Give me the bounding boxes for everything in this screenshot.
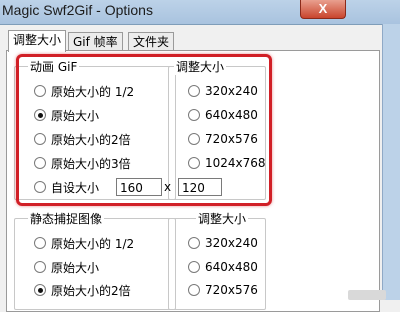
radio-button-checked[interactable] <box>34 109 46 121</box>
anim-preset-320[interactable]: 320x240 <box>188 82 258 100</box>
radio-label: 自设大小 <box>51 180 100 195</box>
radio-label: 原始大小 <box>51 260 100 275</box>
radio-button[interactable] <box>34 261 46 273</box>
times-symbol: x <box>164 180 172 194</box>
tab-folder[interactable]: 文件夹 <box>128 32 175 51</box>
radio-label: 原始大小的 1/2 <box>51 84 135 99</box>
radio-label: 原始大小的 1/2 <box>51 236 135 251</box>
radio-button[interactable] <box>34 85 46 97</box>
anim-preset-640[interactable]: 640x480 <box>188 106 258 124</box>
radio-button[interactable] <box>188 284 200 296</box>
anim-option-custom[interactable]: 自设大小 <box>34 178 99 196</box>
radio-label: 原始大小的2倍 <box>51 283 131 298</box>
animated-gif-group-label: 动画 GiF <box>28 58 80 75</box>
radio-label: 720x576 <box>205 283 258 297</box>
radio-label: 720x576 <box>205 132 258 146</box>
close-button[interactable]: X <box>300 0 346 19</box>
radio-button[interactable] <box>188 133 200 145</box>
custom-height-input[interactable]: 120 <box>178 178 222 196</box>
radio-button[interactable] <box>188 109 200 121</box>
static-option-half[interactable]: 原始大小的 1/2 <box>34 234 134 252</box>
static-preset-640[interactable]: 640x480 <box>188 258 258 276</box>
radio-button[interactable] <box>188 237 200 249</box>
radio-label: 原始大小的3倍 <box>51 156 131 171</box>
radio-button[interactable] <box>34 237 46 249</box>
radio-label: 640x480 <box>205 108 258 122</box>
radio-label: 1024x768 <box>205 156 266 170</box>
radio-button[interactable] <box>34 133 46 145</box>
radio-label: 320x240 <box>205 236 258 250</box>
radio-button[interactable] <box>34 157 46 169</box>
watermark-tag <box>348 290 386 300</box>
tab-gif-framerate[interactable]: Gif 帧率 <box>68 32 123 51</box>
tab-resize[interactable]: 调整大小 <box>8 30 67 52</box>
window-frame-right <box>382 24 400 300</box>
radio-button-checked[interactable] <box>34 284 46 296</box>
anim-option-original[interactable]: 原始大小 <box>34 106 99 124</box>
anim-preset-1024[interactable]: 1024x768 <box>188 154 266 172</box>
static-option-double[interactable]: 原始大小的2倍 <box>34 281 131 299</box>
radio-button[interactable] <box>188 85 200 97</box>
radio-label: 原始大小 <box>51 108 100 123</box>
radio-label: 640x480 <box>205 260 258 274</box>
radio-label: 原始大小的2倍 <box>51 132 131 147</box>
static-resize-label: 调整大小 <box>196 210 249 227</box>
static-preset-720[interactable]: 720x576 <box>188 281 258 299</box>
anim-option-half[interactable]: 原始大小的 1/2 <box>34 82 134 100</box>
anim-option-double[interactable]: 原始大小的2倍 <box>34 130 131 148</box>
radio-label: 320x240 <box>205 84 258 98</box>
anim-preset-720[interactable]: 720x576 <box>188 130 258 148</box>
radio-button[interactable] <box>34 181 46 193</box>
custom-width-input[interactable]: 160 <box>116 178 162 196</box>
anim-option-triple[interactable]: 原始大小的3倍 <box>34 154 131 172</box>
static-option-original[interactable]: 原始大小 <box>34 258 99 276</box>
radio-button[interactable] <box>188 261 200 273</box>
animated-resize-label: 调整大小 <box>174 58 227 75</box>
static-preset-320[interactable]: 320x240 <box>188 234 258 252</box>
static-capture-group-label: 静态捕捉图像 <box>28 210 105 227</box>
radio-button[interactable] <box>188 157 200 169</box>
window-title: Magic Swf2Gif - Options <box>2 2 153 18</box>
